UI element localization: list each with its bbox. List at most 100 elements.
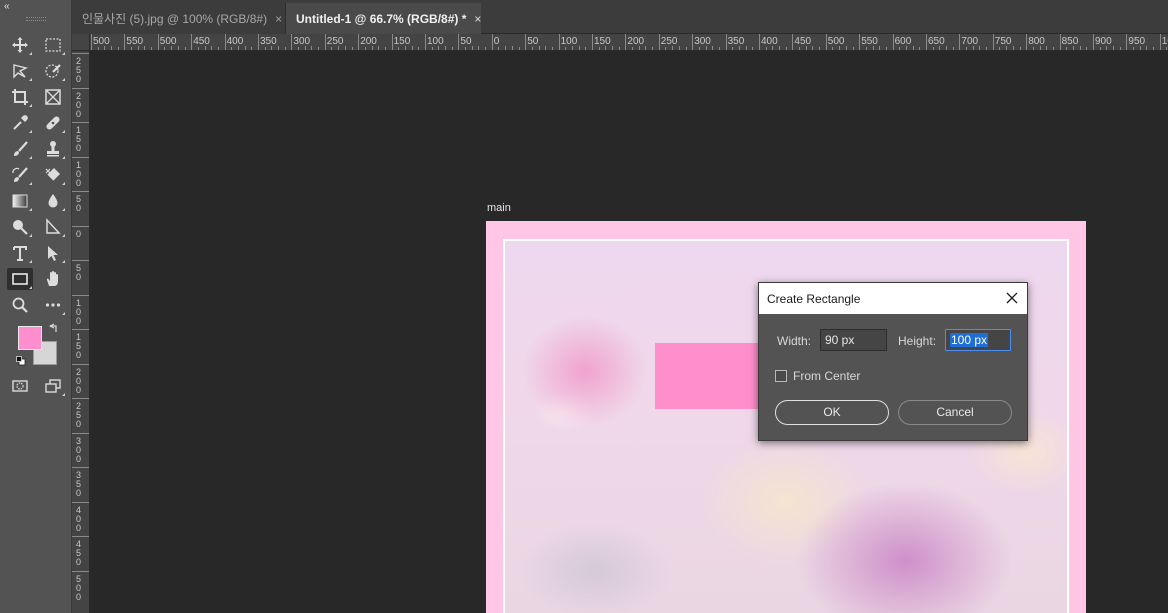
ruler-minor-tick xyxy=(952,47,954,50)
ruler-minor-tick xyxy=(478,46,480,50)
quick-select-icon[interactable] xyxy=(40,60,66,82)
ok-button[interactable]: OK xyxy=(775,400,889,425)
ruler-minor-tick xyxy=(371,46,373,50)
ruler-minor-tick xyxy=(885,47,887,50)
ruler-minor-tick xyxy=(511,46,513,50)
ruler-major-tick xyxy=(291,34,293,50)
swap-colors-icon[interactable] xyxy=(49,323,59,333)
quick-mask-icon[interactable] xyxy=(7,375,33,397)
ruler-minor-tick xyxy=(1099,47,1101,50)
horizontal-ruler[interactable]: 500 550 500 450 400 350 300 250 200 150 100 50 0 50 10… xyxy=(90,34,1168,51)
artboard-label[interactable]: main xyxy=(487,202,511,214)
type-icon[interactable] xyxy=(7,242,33,264)
ruler-minor-tick xyxy=(278,46,280,50)
move-icon[interactable] xyxy=(7,34,33,56)
ruler-minor-tick xyxy=(104,46,106,50)
ruler-minor-tick xyxy=(1146,46,1148,50)
ruler-major-tick xyxy=(324,34,326,50)
tools-panel: « xyxy=(0,0,72,613)
zoom-icon[interactable] xyxy=(7,294,33,316)
pen-path-select-icon[interactable] xyxy=(40,216,66,238)
direct-select-icon[interactable] xyxy=(40,242,66,264)
width-field[interactable]: 90 px xyxy=(820,329,887,351)
gradient-icon[interactable] xyxy=(7,190,33,212)
marquee-icon[interactable] xyxy=(40,34,66,56)
ruler-minor-tick xyxy=(1006,46,1008,50)
dodge-icon[interactable] xyxy=(7,216,33,238)
close-icon[interactable] xyxy=(1005,291,1019,305)
height-value-selected: 100 px xyxy=(950,333,989,347)
foreground-color-swatch[interactable] xyxy=(18,326,42,350)
history-brush-icon[interactable] xyxy=(7,164,33,186)
ruler-minor-tick xyxy=(97,47,99,50)
from-center-label[interactable]: From Center xyxy=(793,369,860,383)
healing-brush-icon[interactable] xyxy=(40,112,66,134)
tab-untitled-1[interactable]: Untitled-1 @ 66.7% (RGB/8#) * × xyxy=(286,3,481,34)
tab-portrait-photo[interactable]: 인물사진 (5).jpg @ 100% (RGB/8#) × xyxy=(72,3,286,34)
ruler-tick-label: 150 xyxy=(75,332,81,360)
ruler-major-tick xyxy=(1059,34,1061,50)
ruler-minor-tick xyxy=(845,46,847,50)
ruler-minor-tick xyxy=(665,47,667,50)
eraser-icon[interactable] xyxy=(40,164,66,186)
ruler-major-tick xyxy=(72,329,89,330)
ruler-major-tick xyxy=(792,34,794,50)
collapse-panel-icon[interactable]: « xyxy=(4,2,18,12)
ruler-minor-tick xyxy=(1119,47,1121,50)
ruler-tick-label: 650 xyxy=(928,36,945,47)
ruler-tick-label: 250 xyxy=(326,36,344,47)
panel-grip[interactable] xyxy=(26,17,46,21)
close-tab-icon[interactable]: × xyxy=(474,12,481,26)
ruler-minor-tick xyxy=(571,46,573,50)
ruler-tick-label: 50 xyxy=(75,263,81,282)
ruler-tick-label: 100 xyxy=(427,36,444,47)
ruler-minor-tick xyxy=(518,47,520,50)
ruler-minor-tick xyxy=(805,46,807,50)
close-tab-icon[interactable]: × xyxy=(275,12,282,26)
height-field[interactable]: 100 px xyxy=(945,329,1011,351)
ruler-minor-tick xyxy=(331,47,333,50)
ruler-minor-tick xyxy=(632,47,634,50)
ruler-major-tick xyxy=(258,34,259,50)
ruler-tick-label: 200 xyxy=(75,90,81,119)
ruler-tick-label: 150 xyxy=(594,36,611,47)
ruler-minor-tick xyxy=(117,47,119,50)
ruler-minor-tick xyxy=(598,47,600,50)
vertical-ruler[interactable]: 250 200 150 100 50 0 50 100 150 200 250 300 350 400 45… xyxy=(72,51,90,613)
ruler-major-tick xyxy=(491,34,493,50)
clone-stamp-icon[interactable] xyxy=(40,138,66,160)
default-colors-icon[interactable] xyxy=(16,356,26,366)
rectangle-icon[interactable] xyxy=(7,268,33,290)
ruler-major-tick xyxy=(592,34,593,50)
ruler-major-tick xyxy=(72,156,89,158)
ruler-minor-tick xyxy=(745,46,747,50)
ruler-minor-tick xyxy=(912,46,914,50)
ruler-major-tick xyxy=(859,34,861,50)
ruler-minor-tick xyxy=(779,46,781,50)
crop-icon[interactable] xyxy=(7,86,33,108)
ruler-minor-tick xyxy=(652,47,654,50)
frame-icon[interactable] xyxy=(40,86,66,108)
cancel-button[interactable]: Cancel xyxy=(898,400,1012,425)
ruler-origin[interactable] xyxy=(72,34,90,51)
lasso-icon[interactable] xyxy=(7,60,33,82)
ruler-minor-tick xyxy=(1153,47,1155,50)
brush-icon[interactable] xyxy=(7,138,33,160)
ruler-major-tick xyxy=(759,34,760,50)
ruler-major-tick xyxy=(72,87,89,89)
ruler-minor-tick xyxy=(718,47,720,50)
ruler-minor-tick xyxy=(231,47,233,50)
ruler-tick-label: 300 xyxy=(293,36,311,47)
screen-mode-icon[interactable] xyxy=(40,375,66,397)
ruler-minor-tick xyxy=(565,47,567,50)
blur-icon[interactable] xyxy=(40,190,66,212)
more-tools-icon[interactable] xyxy=(40,294,66,316)
ruler-major-tick xyxy=(992,34,994,50)
eyedropper-icon[interactable] xyxy=(7,112,33,134)
ruler-minor-tick xyxy=(271,46,273,50)
hand-icon[interactable] xyxy=(40,268,66,290)
ruler-minor-tick xyxy=(171,46,173,50)
ruler-major-tick xyxy=(91,34,92,50)
from-center-checkbox[interactable] xyxy=(775,370,787,382)
ruler-minor-tick xyxy=(131,47,133,50)
